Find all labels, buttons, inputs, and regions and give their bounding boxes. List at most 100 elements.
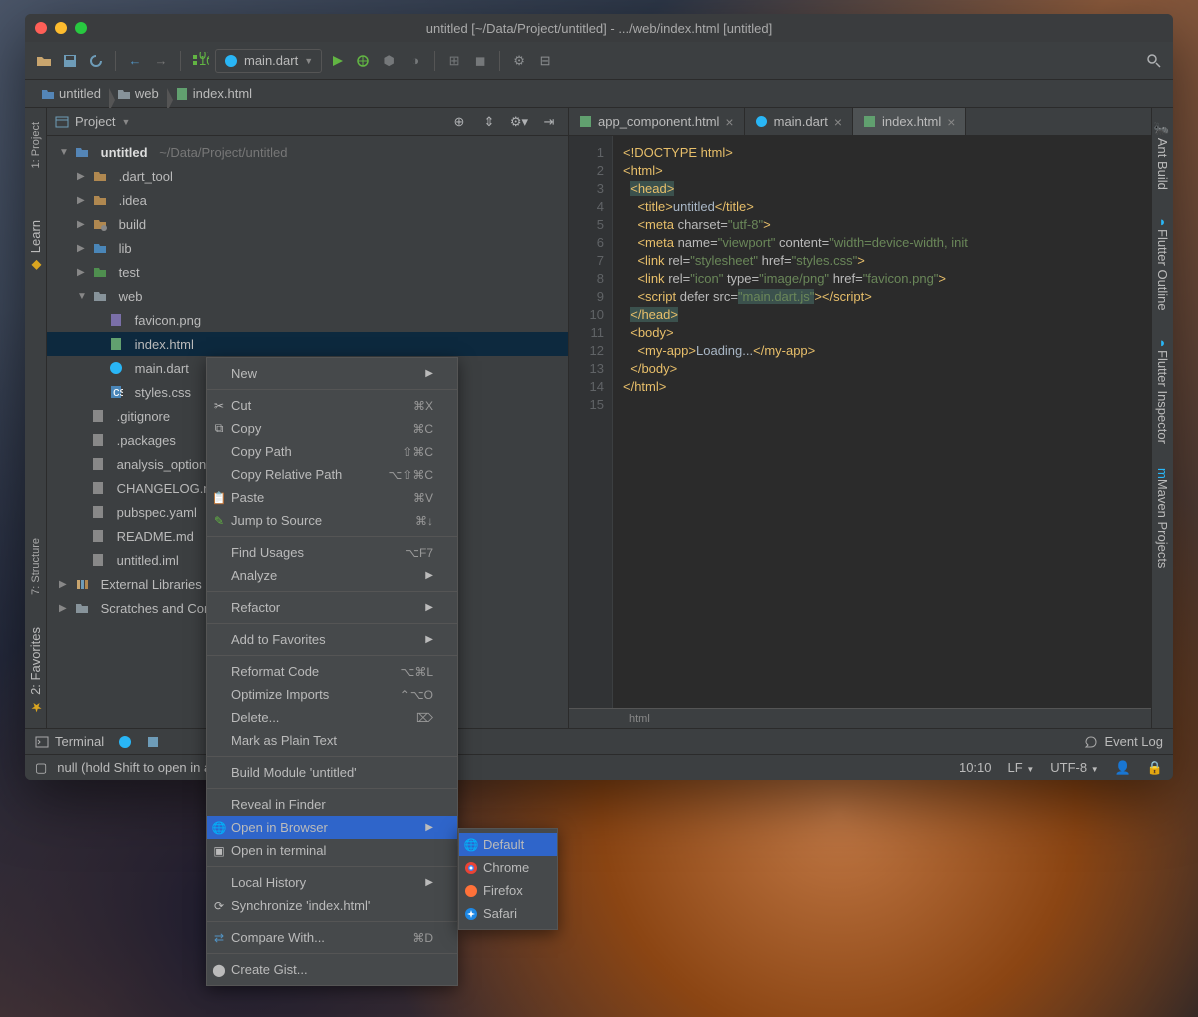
tree-folder[interactable]: ▶ ​.dart_tool	[47, 164, 568, 188]
menu-plain-text[interactable]: Mark as Plain Text	[207, 729, 457, 752]
back-icon[interactable]: ←	[124, 50, 146, 72]
gear-icon[interactable]: ⚙▾	[508, 111, 530, 133]
menu-compare[interactable]: ⇄Compare With...⌘D	[207, 926, 457, 949]
menu-browser-safari[interactable]: Safari	[459, 902, 557, 925]
menu-favorites[interactable]: Add to Favorites▶	[207, 628, 457, 651]
encoding[interactable]: UTF-8 ▼	[1050, 760, 1098, 776]
tree-folder[interactable]: ▶ .idea	[47, 188, 568, 212]
menu-reveal-finder[interactable]: Reveal in Finder	[207, 793, 457, 816]
tab-main-dart[interactable]: main.dart×	[745, 108, 853, 135]
lock-icon[interactable]: 🔒	[1147, 760, 1163, 776]
tab-maven[interactable]: mMaven Projects	[1153, 462, 1172, 574]
tab-project[interactable]: 1: Project	[28, 116, 44, 174]
tab-flutter-inspector[interactable]: ◗Flutter Inspector	[1153, 329, 1172, 450]
menu-build-module[interactable]: Build Module 'untitled'	[207, 761, 457, 784]
menu-cut[interactable]: ✂Cut⌘X	[207, 394, 457, 417]
tab-flutter-outline[interactable]: ◗Flutter Outline	[1153, 208, 1172, 317]
tree-folder[interactable]: ▶ build	[47, 212, 568, 236]
tab-app-component[interactable]: app_component.html×	[569, 108, 745, 135]
tree-file-selected[interactable]: index.html	[47, 332, 568, 356]
menu-local-history[interactable]: Local History▶	[207, 871, 457, 894]
tab-structure[interactable]: 7: Structure	[28, 532, 44, 601]
jump-icon: ✎	[211, 513, 227, 529]
tree-folder[interactable]: ▶ lib	[47, 236, 568, 260]
menu-browser-chrome[interactable]: Chrome	[459, 856, 557, 879]
stop-icon[interactable]: ◼	[469, 50, 491, 72]
menu-new[interactable]: New▶	[207, 362, 457, 385]
sync-icon: ⟳	[211, 898, 227, 914]
run-config-dropdown[interactable]: main.dart ▼	[215, 49, 322, 73]
crumb-web[interactable]: web	[109, 86, 167, 101]
menu-browser-firefox[interactable]: Firefox	[459, 879, 557, 902]
editor-breadcrumb[interactable]: html	[569, 708, 1151, 728]
tree-root[interactable]: ▼ untitled ~/Data/Project/untitled	[47, 140, 568, 164]
menu-copy[interactable]: ⧉Copy⌘C	[207, 417, 457, 440]
cursor-position[interactable]: 10:10	[959, 760, 992, 776]
menu-create-gist[interactable]: ⬤Create Gist...	[207, 958, 457, 981]
tree-folder-web[interactable]: ▼ web	[47, 284, 568, 308]
attach-icon[interactable]: ⊞	[443, 50, 465, 72]
menu-analyze[interactable]: Analyze▶	[207, 564, 457, 587]
close-icon[interactable]: ×	[834, 114, 842, 130]
tree-folder[interactable]: ▶ test	[47, 260, 568, 284]
close-icon[interactable]: ×	[947, 114, 955, 130]
crumb-root[interactable]: untitled	[33, 86, 109, 101]
menu-synchronize[interactable]: ⟳Synchronize 'index.html'	[207, 894, 457, 917]
menu-delete[interactable]: Delete...⌦	[207, 706, 457, 729]
project-errors-icon[interactable]	[146, 735, 160, 749]
dart-icon[interactable]	[118, 735, 132, 749]
fwd-icon[interactable]: →	[150, 50, 172, 72]
run-icon[interactable]	[326, 50, 348, 72]
menu-copy-path[interactable]: Copy Path⇧⌘C	[207, 440, 457, 463]
tab-index-html[interactable]: index.html×	[853, 108, 966, 135]
line-separator[interactable]: LF ▼	[1008, 760, 1035, 776]
menu-jump[interactable]: ✎Jump to Source⌘↓	[207, 509, 457, 532]
tree-file[interactable]: favicon.png	[47, 308, 568, 332]
window-controls	[35, 22, 87, 34]
menu-copy-rel[interactable]: Copy Relative Path⌥⇧⌘C	[207, 463, 457, 486]
status-icon[interactable]: ▢	[35, 760, 47, 776]
tab-ant[interactable]: 🐜Ant Build	[1153, 116, 1172, 196]
tab-terminal[interactable]: Terminal	[35, 734, 104, 749]
crumb-file[interactable]: index.html	[167, 86, 260, 101]
search-icon[interactable]	[1143, 50, 1165, 72]
event-log[interactable]: Event Log	[1084, 734, 1163, 749]
editor-tabs: app_component.html× main.dart× index.htm…	[569, 108, 1151, 136]
inspection-icon[interactable]: 👤	[1115, 760, 1131, 776]
close-icon[interactable]: ×	[725, 114, 733, 130]
menu-open-browser[interactable]: 🌐Open in Browser▶	[207, 816, 457, 839]
close-window[interactable]	[35, 22, 47, 34]
globe-icon: 🌐	[463, 837, 479, 853]
save-icon[interactable]	[59, 50, 81, 72]
coverage-icon[interactable]: ⬢	[378, 50, 400, 72]
structure-icon[interactable]: ⊟	[534, 50, 556, 72]
menu-browser-default[interactable]: 🌐Default	[459, 833, 557, 856]
titlebar: untitled [~/Data/Project/untitled] - ...…	[25, 14, 1173, 42]
hide-icon[interactable]: ⇥	[538, 111, 560, 133]
open-icon[interactable]	[33, 50, 55, 72]
menu-paste[interactable]: 📋Paste⌘V	[207, 486, 457, 509]
profile-icon[interactable]: ◑	[404, 50, 426, 72]
menu-refactor[interactable]: Refactor▶	[207, 596, 457, 619]
code-content[interactable]: <!DOCTYPE html> <html> <head> <title>unt…	[613, 136, 1151, 708]
tab-learn[interactable]: ◆Learn	[26, 214, 45, 278]
debug-icon[interactable]	[352, 50, 374, 72]
menu-optimize[interactable]: Optimize Imports⌃⌥O	[207, 683, 457, 706]
collapse-icon[interactable]: ⇕	[478, 111, 500, 133]
menu-find-usages[interactable]: Find Usages⌥F7	[207, 541, 457, 564]
github-icon: ⬤	[211, 962, 227, 978]
project-header: Project ▼ ⊕ ⇕ ⚙▾ ⇥	[47, 108, 568, 136]
build-icon[interactable]: 0110	[189, 50, 211, 72]
chevron-down-icon[interactable]: ▼	[121, 117, 130, 127]
zoom-window[interactable]	[75, 22, 87, 34]
minimize-window[interactable]	[55, 22, 67, 34]
sync-icon[interactable]	[85, 50, 107, 72]
project-view-icon	[55, 115, 69, 129]
menu-reformat[interactable]: Reformat Code⌥⌘L	[207, 660, 457, 683]
settings-icon[interactable]: ⚙	[508, 50, 530, 72]
folder-icon	[41, 87, 55, 101]
code-editor[interactable]: 123456789101112131415 <!DOCTYPE html> <h…	[569, 136, 1151, 708]
tab-favorites[interactable]: ★2: Favorites	[26, 621, 45, 720]
menu-open-terminal[interactable]: ▣Open in terminal	[207, 839, 457, 862]
locate-icon[interactable]: ⊕	[448, 111, 470, 133]
